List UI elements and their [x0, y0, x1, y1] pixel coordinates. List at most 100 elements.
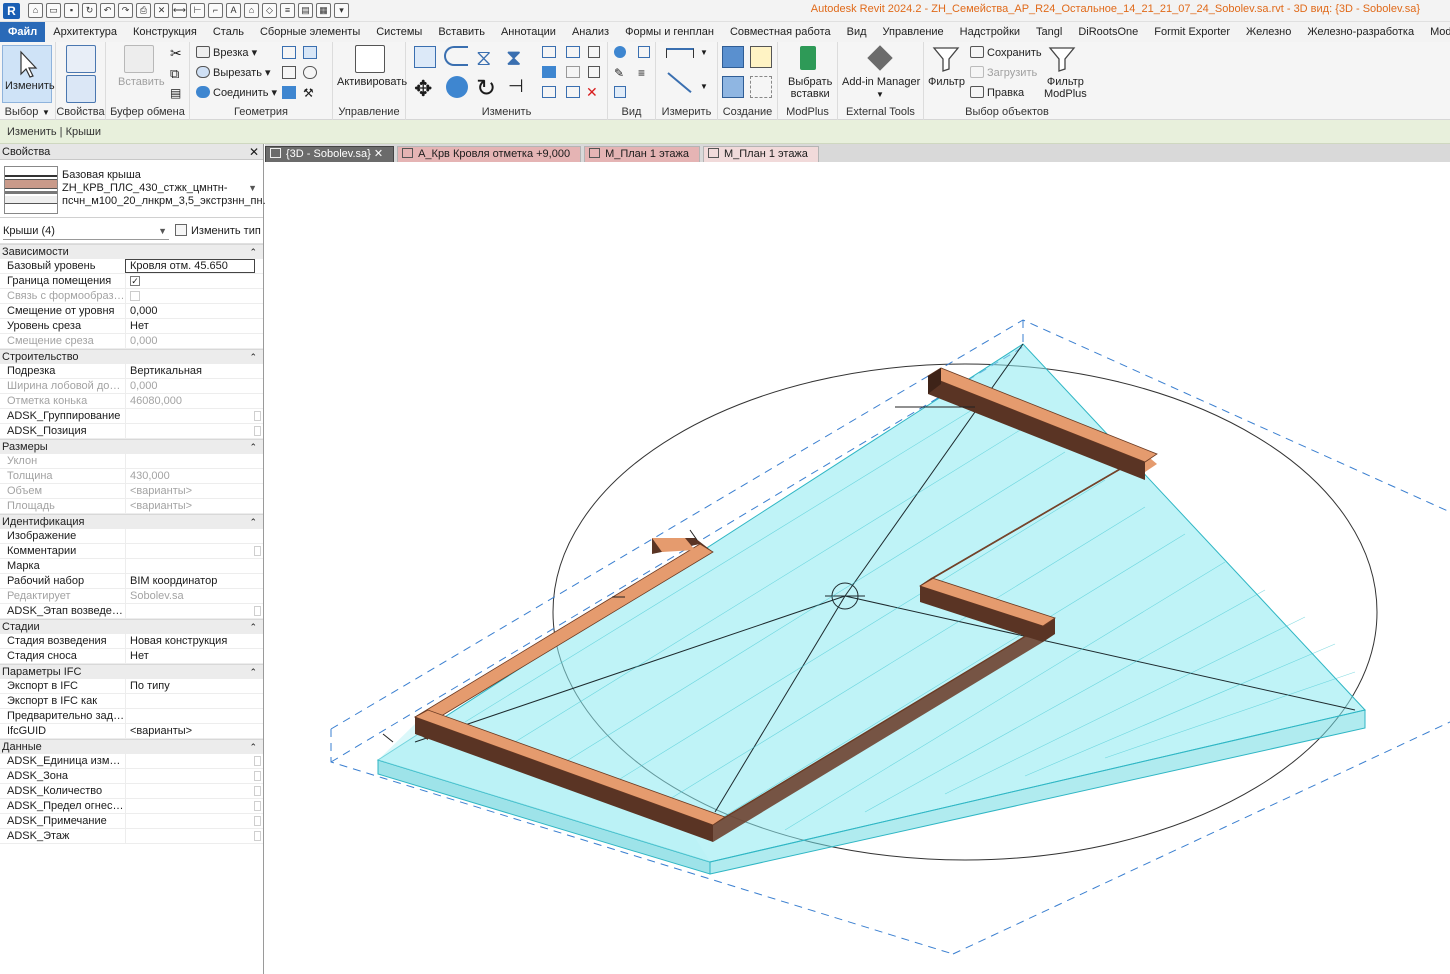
ribbon-tab-14[interactable]: Tangl	[1028, 22, 1070, 42]
save-icon[interactable]: ▪	[64, 3, 79, 18]
ribbon-tab-8[interactable]: Анализ	[564, 22, 617, 42]
ribbon-tab-7[interactable]: Аннотации	[493, 22, 564, 42]
property-section-header[interactable]: Зависимости ⌃	[0, 244, 263, 259]
save-selection-button[interactable]: Сохранить	[970, 46, 1042, 59]
select-dropdown-icon[interactable]: ▼	[42, 108, 50, 117]
property-value[interactable]	[125, 604, 255, 618]
open-icon[interactable]: ▭	[46, 3, 61, 18]
measure-between-icon[interactable]	[666, 48, 694, 58]
close-hidden-icon[interactable]: ▤	[298, 3, 313, 18]
ribbon-tab-4[interactable]: Сборные элементы	[252, 22, 368, 42]
addin-manager-icon[interactable]	[867, 45, 893, 71]
filter-button[interactable]: Фильтр	[928, 76, 965, 88]
demolish-hammer-icon[interactable]: ⚒	[303, 86, 314, 100]
associate-parameter-icon[interactable]	[254, 831, 261, 841]
3d-viewport[interactable]	[265, 162, 1450, 974]
text-icon[interactable]: A	[226, 3, 241, 18]
property-value[interactable]	[125, 529, 255, 543]
type-properties-icon[interactable]	[66, 45, 96, 73]
roof-glass-volume[interactable]	[376, 343, 1366, 875]
extra-modify-icon[interactable]	[588, 46, 600, 58]
collapse-icon[interactable]: ⌃	[249, 440, 257, 455]
geometry-tool-4-icon[interactable]	[303, 66, 317, 79]
property-value[interactable]	[125, 829, 255, 843]
property-value[interactable]: ✓	[125, 274, 255, 288]
3d-model-canvas[interactable]	[265, 162, 1450, 974]
switch-windows-icon[interactable]: ▦	[316, 3, 331, 18]
view-tab[interactable]: {3D - Sobolev.sa} ✕	[265, 146, 395, 162]
array-icon[interactable]	[542, 66, 556, 78]
collapse-icon[interactable]: ⌃	[249, 740, 257, 755]
property-value[interactable]	[125, 544, 255, 558]
property-section-header[interactable]: Данные ⌃	[0, 739, 263, 754]
property-value[interactable]: Кровля отм. 45.650	[125, 259, 255, 273]
addin-dropdown-icon[interactable]: ▼	[876, 90, 884, 99]
property-value[interactable]: Нет	[125, 319, 255, 333]
property-value[interactable]: Нет	[125, 649, 255, 663]
properties-icon[interactable]	[66, 75, 96, 103]
property-value[interactable]	[125, 409, 255, 423]
view-tab[interactable]: М_План 1 этажа	[703, 146, 819, 162]
property-value[interactable]: <варианты>	[125, 724, 255, 738]
collapse-icon[interactable]: ⌃	[249, 245, 257, 260]
property-value[interactable]: 0,000	[125, 304, 255, 318]
default-3d-icon[interactable]: ⌂	[244, 3, 259, 18]
edit-selection-button[interactable]: Правка	[970, 86, 1024, 99]
associate-parameter-icon[interactable]	[254, 426, 261, 436]
property-value[interactable]	[125, 559, 255, 573]
create-parts-icon[interactable]	[750, 46, 772, 68]
view-tab[interactable]: А_Крв Кровля отметка +9,000	[397, 146, 582, 162]
move-icon[interactable]: ✥	[414, 76, 432, 102]
geometry-tool-3-icon[interactable]	[282, 66, 296, 79]
tag-icon[interactable]: ⌐	[208, 3, 223, 18]
select-inserts-button[interactable]: Выбрать вставки	[788, 76, 832, 100]
property-section-header[interactable]: Строительство ⌃	[0, 349, 263, 364]
property-value[interactable]	[125, 424, 255, 438]
create-similar-icon[interactable]	[750, 76, 772, 98]
paste-icon[interactable]	[124, 45, 154, 73]
thin-lines-icon[interactable]: ≡	[280, 3, 295, 18]
ribbon-tab-1[interactable]: Архитектура	[45, 22, 125, 42]
activate-icon[interactable]	[355, 45, 385, 73]
ribbon-tab-15[interactable]: DiRootsOne	[1070, 22, 1146, 42]
associate-parameter-icon[interactable]	[254, 786, 261, 796]
cut-geometry-button[interactable]: Врезка ▾	[196, 46, 257, 59]
checkbox-checked-icon[interactable]: ✓	[130, 276, 140, 286]
property-value[interactable]	[125, 694, 255, 708]
property-value[interactable]	[125, 709, 255, 723]
cut-button[interactable]: Вырезать ▾	[196, 66, 271, 79]
copy-elements-icon[interactable]	[446, 76, 468, 98]
collapse-icon[interactable]: ⌃	[249, 620, 257, 635]
associate-parameter-icon[interactable]	[254, 801, 261, 811]
mirror-draw-icon[interactable]: ⧗	[506, 45, 521, 71]
ribbon-tab-0[interactable]: Файл	[0, 22, 46, 42]
properties-label[interactable]: Свойства	[56, 106, 105, 118]
geometry-tool-2-icon[interactable]	[303, 46, 317, 59]
ribbon-tab-6[interactable]: Вставить	[430, 22, 493, 42]
property-value[interactable]: По типу	[125, 679, 255, 693]
close-tab-icon[interactable]: ✕	[371, 148, 383, 160]
property-value[interactable]: Новая конструкция	[125, 634, 255, 648]
redo-icon[interactable]: ↷	[118, 3, 133, 18]
ribbon-tab-12[interactable]: Управление	[875, 22, 952, 42]
property-value[interactable]	[125, 784, 255, 798]
ribbon-tab-19[interactable]: ModPlus	[1422, 22, 1450, 42]
collapse-icon[interactable]: ⌃	[249, 350, 257, 365]
view-tab[interactable]: М_План 1 этажа	[584, 146, 700, 162]
ribbon-tab-18[interactable]: Железно-разработка	[1299, 22, 1422, 42]
mirror-axis-icon[interactable]: ⧖	[476, 45, 491, 71]
property-value[interactable]	[125, 754, 255, 768]
split-gap-icon[interactable]	[566, 46, 580, 58]
modplus-filter-button[interactable]: Фильтр ModPlus	[1044, 76, 1087, 100]
associate-parameter-icon[interactable]	[254, 411, 261, 421]
filter-funnel-icon[interactable]	[932, 45, 960, 73]
associate-parameter-icon[interactable]	[254, 756, 261, 766]
geometry-tool-5-icon[interactable]	[282, 86, 296, 99]
measure-icon[interactable]: ⟷	[172, 3, 187, 18]
addin-manager-button[interactable]: Add-in Manager	[842, 76, 920, 88]
sync-icon[interactable]: ↻	[82, 3, 97, 18]
ribbon-tab-9[interactable]: Формы и генплан	[617, 22, 722, 42]
property-value[interactable]	[125, 814, 255, 828]
ribbon-tab-13[interactable]: Надстройки	[952, 22, 1028, 42]
associate-parameter-icon[interactable]	[254, 816, 261, 826]
